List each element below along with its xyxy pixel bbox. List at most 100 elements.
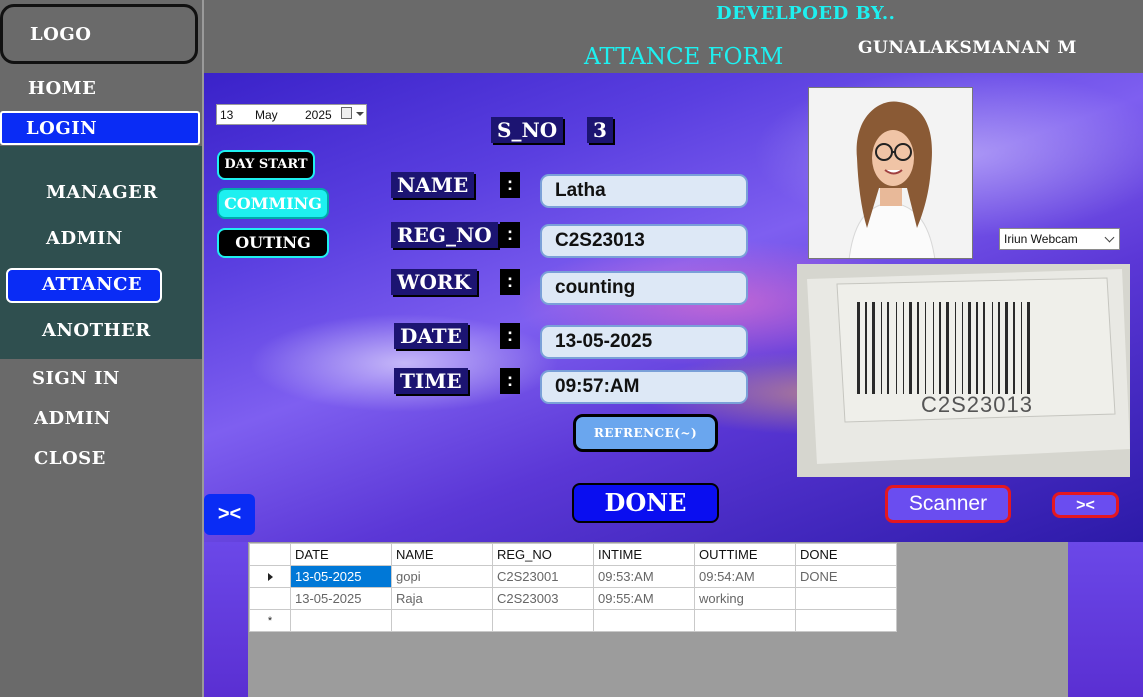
table-cell[interactable]: C2S23003 — [492, 587, 594, 610]
table-cell[interactable]: DONE — [795, 565, 897, 588]
column-header-outtime[interactable]: OUTTIME — [694, 543, 796, 566]
work-field[interactable]: counting — [540, 271, 748, 305]
barcode-bar — [998, 302, 1000, 394]
barcode-bar — [903, 302, 904, 394]
table-cell[interactable]: 09:54:AM — [694, 565, 796, 588]
column-header-intime[interactable]: INTIME — [593, 543, 695, 566]
barcode-bar — [1005, 302, 1008, 394]
table-cell[interactable] — [694, 609, 796, 632]
table-row[interactable]: 13-05-2025 Raja C2S23003 09:55:AM workin… — [249, 587, 897, 610]
column-header-regno[interactable]: REG_NO — [492, 543, 594, 566]
table-cell[interactable]: Raja — [391, 587, 493, 610]
sidebar-item-close[interactable]: CLOSE — [34, 448, 106, 469]
attendance-table: DATE NAME REG_NO INTIME OUTTIME DONE 13-… — [249, 543, 897, 632]
barcode-bar — [1013, 302, 1015, 394]
name-field[interactable]: Latha — [540, 174, 748, 208]
barcode-bar — [925, 302, 926, 394]
barcode-bar — [909, 302, 912, 394]
table-cell[interactable]: 13-05-2025 — [290, 587, 392, 610]
table-cell[interactable]: 13-05-2025 — [290, 565, 392, 588]
sidebar-item-attance-label: ATTANCE — [42, 274, 143, 295]
date-field[interactable]: 13-05-2025 — [540, 325, 748, 359]
sidebar-item-login-label: LOGIN — [26, 118, 98, 139]
row-selector[interactable] — [249, 587, 291, 610]
column-header-date[interactable]: DATE — [290, 543, 392, 566]
row-selector-current[interactable] — [249, 565, 291, 588]
barcode-text: C2S23013 — [921, 392, 1033, 417]
table-cell[interactable] — [290, 609, 392, 632]
barcode-bar — [857, 302, 860, 394]
barcode-bar — [1021, 302, 1022, 394]
regno-field[interactable]: C2S23013 — [540, 224, 748, 258]
table-header-row: DATE NAME REG_NO INTIME OUTTIME DONE — [249, 543, 897, 566]
table-cell[interactable]: gopi — [391, 565, 493, 588]
developed-by-label: DEVELPOED BY.. — [716, 3, 896, 24]
barcode-bar — [1027, 302, 1030, 394]
barcode-bar — [872, 302, 875, 394]
sidebar-item-sign-in[interactable]: SIGN IN — [32, 368, 120, 389]
name-label: NAME — [391, 172, 475, 198]
barcode-bar — [976, 302, 978, 394]
date-picker-month: May — [255, 108, 278, 122]
table-cell[interactable] — [795, 587, 897, 610]
table-row[interactable]: 13-05-2025 gopi C2S23001 09:53:AM 09:54:… — [249, 565, 897, 588]
table-cell[interactable]: working — [694, 587, 796, 610]
table-cell[interactable]: C2S23001 — [492, 565, 594, 588]
sidebar-item-admin-2[interactable]: ADMIN — [34, 408, 111, 429]
attendance-grid: DATE NAME REG_NO INTIME OUTTIME DONE 13-… — [249, 543, 897, 632]
barcode-bar — [939, 302, 941, 394]
webcam-select-value: Iriun Webcam — [1004, 232, 1078, 246]
reference-button[interactable]: REFRENCE(~) — [573, 414, 718, 452]
table-cell[interactable] — [391, 609, 493, 632]
new-row[interactable]: * — [249, 609, 897, 632]
name-colon: : — [500, 172, 520, 198]
profile-photo — [808, 87, 973, 259]
table-cell[interactable] — [795, 609, 897, 632]
barcode-image — [797, 264, 1130, 477]
collapse-left-button[interactable]: >< — [204, 494, 255, 535]
column-header-name[interactable]: NAME — [391, 543, 493, 566]
calendar-icon[interactable] — [341, 107, 352, 119]
comming-button[interactable]: COMMING — [217, 188, 329, 219]
person-photo-icon — [809, 88, 972, 258]
column-header-done[interactable]: DONE — [795, 543, 897, 566]
chevron-down-icon — [356, 112, 364, 116]
table-cell[interactable]: 09:53:AM — [593, 565, 695, 588]
day-start-button[interactable]: DAY START — [217, 150, 315, 180]
time-field[interactable]: 09:57:AM — [540, 370, 748, 404]
sidebar-item-home[interactable]: HOME — [28, 78, 96, 99]
barcode-bar — [933, 302, 934, 394]
sidebar-item-manager[interactable]: MANAGER — [46, 182, 158, 203]
barcode-bar — [968, 302, 971, 394]
scanner-button[interactable]: Scanner — [885, 485, 1011, 523]
work-colon: : — [500, 269, 520, 295]
table-cell[interactable] — [593, 609, 695, 632]
table-cell[interactable] — [492, 609, 594, 632]
current-row-icon — [267, 573, 273, 581]
sno-value: 3 — [587, 117, 613, 143]
done-button[interactable]: DONE — [572, 483, 719, 523]
barcode-bar — [896, 302, 897, 394]
barcode-bar — [946, 302, 949, 394]
sidebar-item-admin[interactable]: ADMIN — [46, 228, 123, 249]
camera-preview: C2S23013 — [797, 264, 1130, 477]
barcode-bar — [962, 302, 963, 394]
row-header-corner — [249, 543, 291, 566]
barcode-bar — [887, 302, 889, 394]
barcode-bar — [992, 302, 993, 394]
barcode-bar — [881, 302, 882, 394]
outing-button[interactable]: OUTING — [217, 228, 329, 258]
new-row-selector[interactable]: * — [249, 609, 291, 632]
date-picker-day: 13 — [220, 108, 234, 122]
table-cell[interactable]: 09:55:AM — [593, 587, 695, 610]
sidebar: LOGO HOME LOGIN MANAGER ADMIN ATTANCE AN… — [0, 0, 204, 697]
date-picker[interactable]: 13 May 2025 — [216, 104, 367, 125]
logo-text: LOGO — [30, 24, 92, 45]
barcode-bar — [865, 302, 867, 394]
sidebar-item-another[interactable]: ANOTHER — [42, 320, 151, 341]
webcam-select[interactable]: Iriun Webcam — [999, 228, 1120, 250]
developer-name: GUNALAKSMANAN M — [858, 38, 1077, 58]
sno-label: S_NO — [491, 117, 564, 143]
time-colon: : — [500, 368, 520, 394]
collapse-right-button[interactable]: >< — [1052, 492, 1119, 518]
